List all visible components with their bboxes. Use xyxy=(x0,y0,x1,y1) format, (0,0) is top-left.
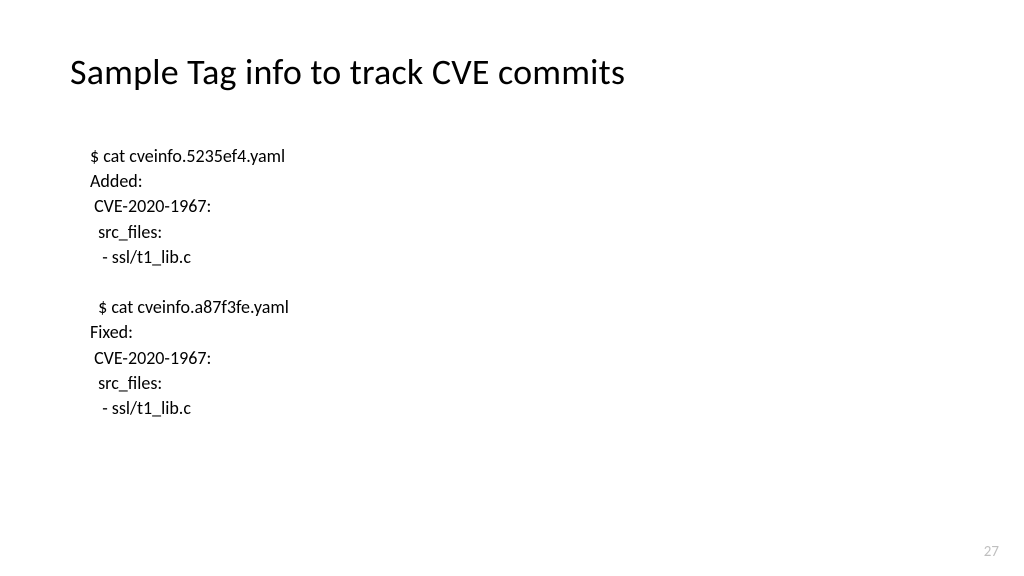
code-line: Fixed: xyxy=(90,320,954,345)
code-line: $ cat cveinfo.5235ef4.yaml xyxy=(90,144,954,169)
page-number: 27 xyxy=(984,543,999,561)
blank-line xyxy=(90,270,954,295)
code-line: Added: xyxy=(90,169,954,194)
code-line: - ssl/t1_lib.c xyxy=(90,245,954,270)
slide: Sample Tag info to track CVE commits $ c… xyxy=(0,0,1024,576)
slide-content: $ cat cveinfo.5235ef4.yaml Added: CVE-20… xyxy=(70,144,954,421)
code-line: $ cat cveinfo.a87f3fe.yaml xyxy=(90,295,954,320)
code-line: - ssl/t1_lib.c xyxy=(90,396,954,421)
code-line: src_files: xyxy=(90,220,954,245)
code-line: src_files: xyxy=(90,371,954,396)
code-line: CVE-2020-1967: xyxy=(90,194,954,219)
code-line: CVE-2020-1967: xyxy=(90,346,954,371)
slide-title: Sample Tag info to track CVE commits xyxy=(70,50,954,94)
